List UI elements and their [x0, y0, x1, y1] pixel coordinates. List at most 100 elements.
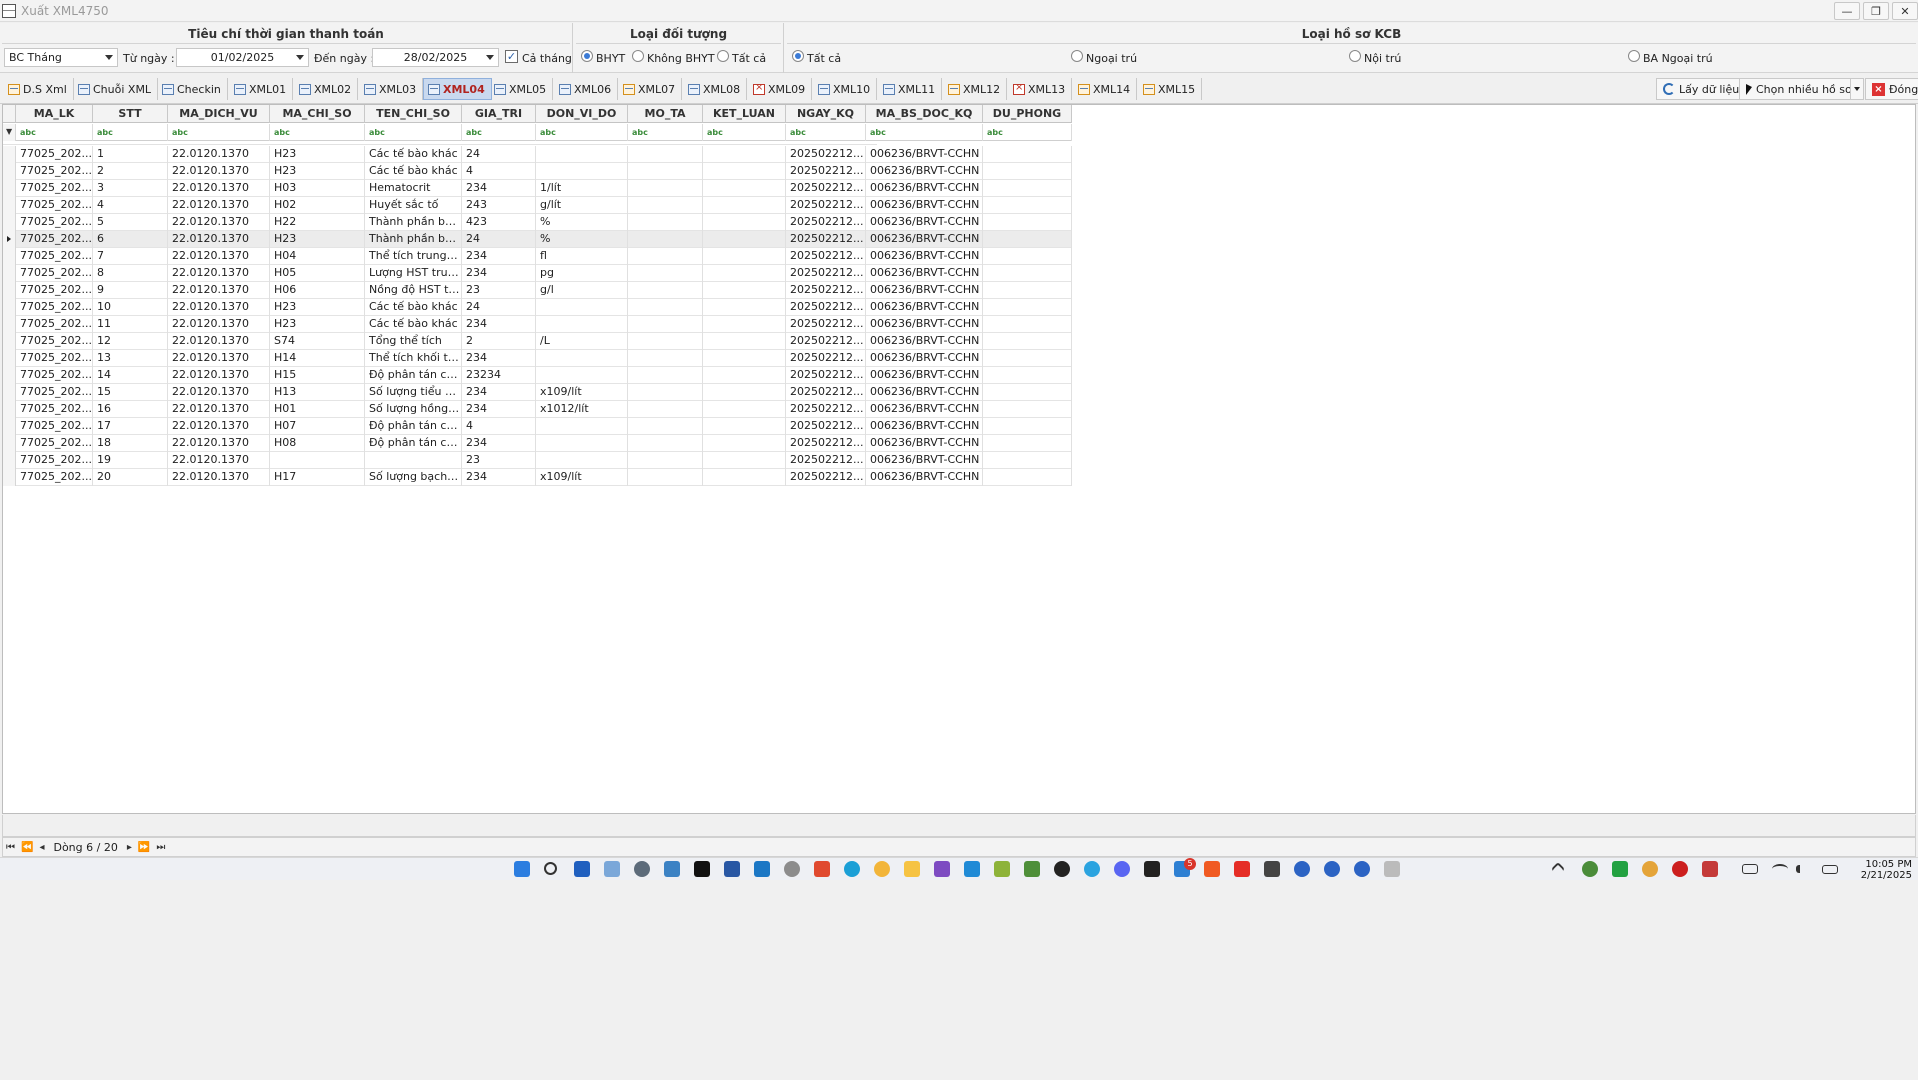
app-icon[interactable] [814, 861, 830, 877]
system-clock[interactable]: 10:05 PM 2/21/2025 [1861, 859, 1912, 881]
cell-ket-luan[interactable] [703, 401, 786, 418]
cell-don-vi-do[interactable]: x109/lít [536, 469, 628, 486]
cell-ma-dich-vu[interactable]: 22.0120.1370 [168, 248, 270, 265]
tray-icon[interactable] [1612, 861, 1628, 877]
col-ket-luan[interactable]: KET_LUAN [703, 105, 786, 123]
app-icon[interactable] [784, 861, 800, 877]
edge-icon[interactable] [844, 861, 860, 877]
chatgpt-icon[interactable] [1054, 861, 1070, 877]
terminal-icon[interactable] [694, 861, 710, 877]
cell-ma-dich-vu[interactable]: 22.0120.1370 [168, 333, 270, 350]
youtube-icon[interactable] [1234, 861, 1250, 877]
row-indicator[interactable] [3, 350, 16, 367]
folder-icon[interactable] [904, 861, 920, 877]
cell-don-vi-do[interactable] [536, 316, 628, 333]
tab-xml11[interactable]: XML11 [879, 78, 943, 100]
row-indicator[interactable] [3, 452, 16, 469]
cell-du-phong[interactable] [983, 350, 1072, 367]
row-indicator[interactable] [3, 299, 16, 316]
cell-ngay-kq[interactable]: 202502212... [786, 265, 866, 282]
cell-ma-bs-doc-kq[interactable]: 006236/BRVT-CCHN [866, 163, 983, 180]
cell-ma-lk[interactable]: 77025_202... [16, 163, 93, 180]
cell-don-vi-do[interactable] [536, 367, 628, 384]
filter-cell[interactable]: abc [536, 124, 628, 141]
cell-mo-ta[interactable] [628, 299, 703, 316]
cell-don-vi-do[interactable] [536, 435, 628, 452]
cell-mo-ta[interactable] [628, 316, 703, 333]
table-row[interactable]: 77025_202... 17 22.0120.1370 H07 Độ phân tán… [3, 418, 1072, 435]
cell-ma-lk[interactable]: 77025_202... [16, 333, 93, 350]
col-ma-bs-doc-kq[interactable]: MA_BS_DOC_KQ [866, 105, 983, 123]
cell-ten-chi-so[interactable]: Thành phần bạ... [365, 214, 462, 231]
row-indicator[interactable] [3, 231, 16, 248]
cell-gia-tri[interactable]: 243 [462, 197, 536, 214]
data-grid[interactable]: MA_LK STT MA_DICH_VU MA_CHI_SO TEN_CHI_S… [2, 104, 1916, 814]
cell-ma-lk[interactable]: 77025_202... [16, 452, 93, 469]
row-indicator[interactable] [3, 316, 16, 333]
cell-ma-chi-so[interactable]: H22 [270, 214, 365, 231]
cell-don-vi-do[interactable]: % [536, 214, 628, 231]
table-row[interactable]: 77025_202... 18 22.0120.1370 H08 Độ phân tán… [3, 435, 1072, 452]
cell-gia-tri[interactable]: 234 [462, 350, 536, 367]
cell-ngay-kq[interactable]: 202502212... [786, 231, 866, 248]
filter-cell[interactable]: abc [168, 124, 270, 141]
row-indicator[interactable] [3, 265, 16, 282]
cell-gia-tri[interactable]: 24 [462, 146, 536, 163]
cell-ten-chi-so[interactable]: Thể tích khối tiể... [365, 350, 462, 367]
tab-xml01[interactable]: XML01 [230, 78, 294, 100]
cell-ma-chi-so[interactable]: H03 [270, 180, 365, 197]
powershell-icon[interactable] [724, 861, 740, 877]
tray-icon[interactable] [1642, 861, 1658, 877]
cell-ma-dich-vu[interactable]: 22.0120.1370 [168, 350, 270, 367]
cell-mo-ta[interactable] [628, 146, 703, 163]
cell-gia-tri[interactable]: 2 [462, 333, 536, 350]
cell-mo-ta[interactable] [628, 180, 703, 197]
filter-cell[interactable]: abc [866, 124, 983, 141]
cell-ket-luan[interactable] [703, 146, 786, 163]
cell-stt[interactable]: 4 [93, 197, 168, 214]
start-icon[interactable] [514, 861, 530, 877]
app-icon[interactable] [754, 861, 770, 877]
chevron-up-icon[interactable] [1550, 861, 1566, 877]
app-icon[interactable] [1144, 861, 1160, 877]
cell-ma-chi-so[interactable]: H05 [270, 265, 365, 282]
cell-ngay-kq[interactable]: 202502212... [786, 163, 866, 180]
radio-bhyt[interactable] [581, 50, 593, 62]
cell-mo-ta[interactable] [628, 350, 703, 367]
cell-du-phong[interactable] [983, 384, 1072, 401]
row-indicator[interactable] [3, 469, 16, 486]
radio-record-all[interactable] [792, 50, 804, 62]
cell-ten-chi-so[interactable]: Các tế bào khác [365, 316, 462, 333]
cell-ket-luan[interactable] [703, 282, 786, 299]
cell-gia-tri[interactable]: 4 [462, 163, 536, 180]
cell-ngay-kq[interactable]: 202502212... [786, 214, 866, 231]
cell-mo-ta[interactable] [628, 163, 703, 180]
cell-don-vi-do[interactable]: g/lít [536, 197, 628, 214]
cell-mo-ta[interactable] [628, 418, 703, 435]
minimize-button[interactable]: — [1834, 2, 1860, 20]
row-indicator[interactable] [3, 401, 16, 418]
cell-du-phong[interactable] [983, 316, 1072, 333]
cell-mo-ta[interactable] [628, 214, 703, 231]
cell-gia-tri[interactable]: 234 [462, 316, 536, 333]
table-row[interactable]: 77025_202... 12 22.0120.1370 S74 Tổng thể tí… [3, 333, 1072, 350]
cell-ma-dich-vu[interactable]: 22.0120.1370 [168, 367, 270, 384]
tab-chuoi-xml[interactable]: Chuỗi XML [74, 78, 159, 100]
table-row[interactable]: 77025_202... 10 22.0120.1370 H23 Các tế bào … [3, 299, 1072, 316]
cell-ten-chi-so[interactable]: Hematocrit [365, 180, 462, 197]
cell-ngay-kq[interactable]: 202502212... [786, 418, 866, 435]
cell-ket-luan[interactable] [703, 248, 786, 265]
app-icon[interactable] [1294, 861, 1310, 877]
prev-page-button[interactable]: ⏪ [21, 842, 33, 853]
cell-ma-chi-so[interactable] [270, 452, 365, 469]
cell-du-phong[interactable] [983, 163, 1072, 180]
cell-du-phong[interactable] [983, 452, 1072, 469]
cell-mo-ta[interactable] [628, 384, 703, 401]
cell-ma-lk[interactable]: 77025_202... [16, 299, 93, 316]
cell-ma-lk[interactable]: 77025_202... [16, 265, 93, 282]
keyboard-icon[interactable] [1742, 864, 1758, 874]
cell-ma-bs-doc-kq[interactable]: 006236/BRVT-CCHN [866, 299, 983, 316]
col-ten-chi-so[interactable]: TEN_CHI_SO [365, 105, 462, 123]
filter-cell[interactable]: abc [703, 124, 786, 141]
cell-ma-lk[interactable]: 77025_202... [16, 180, 93, 197]
